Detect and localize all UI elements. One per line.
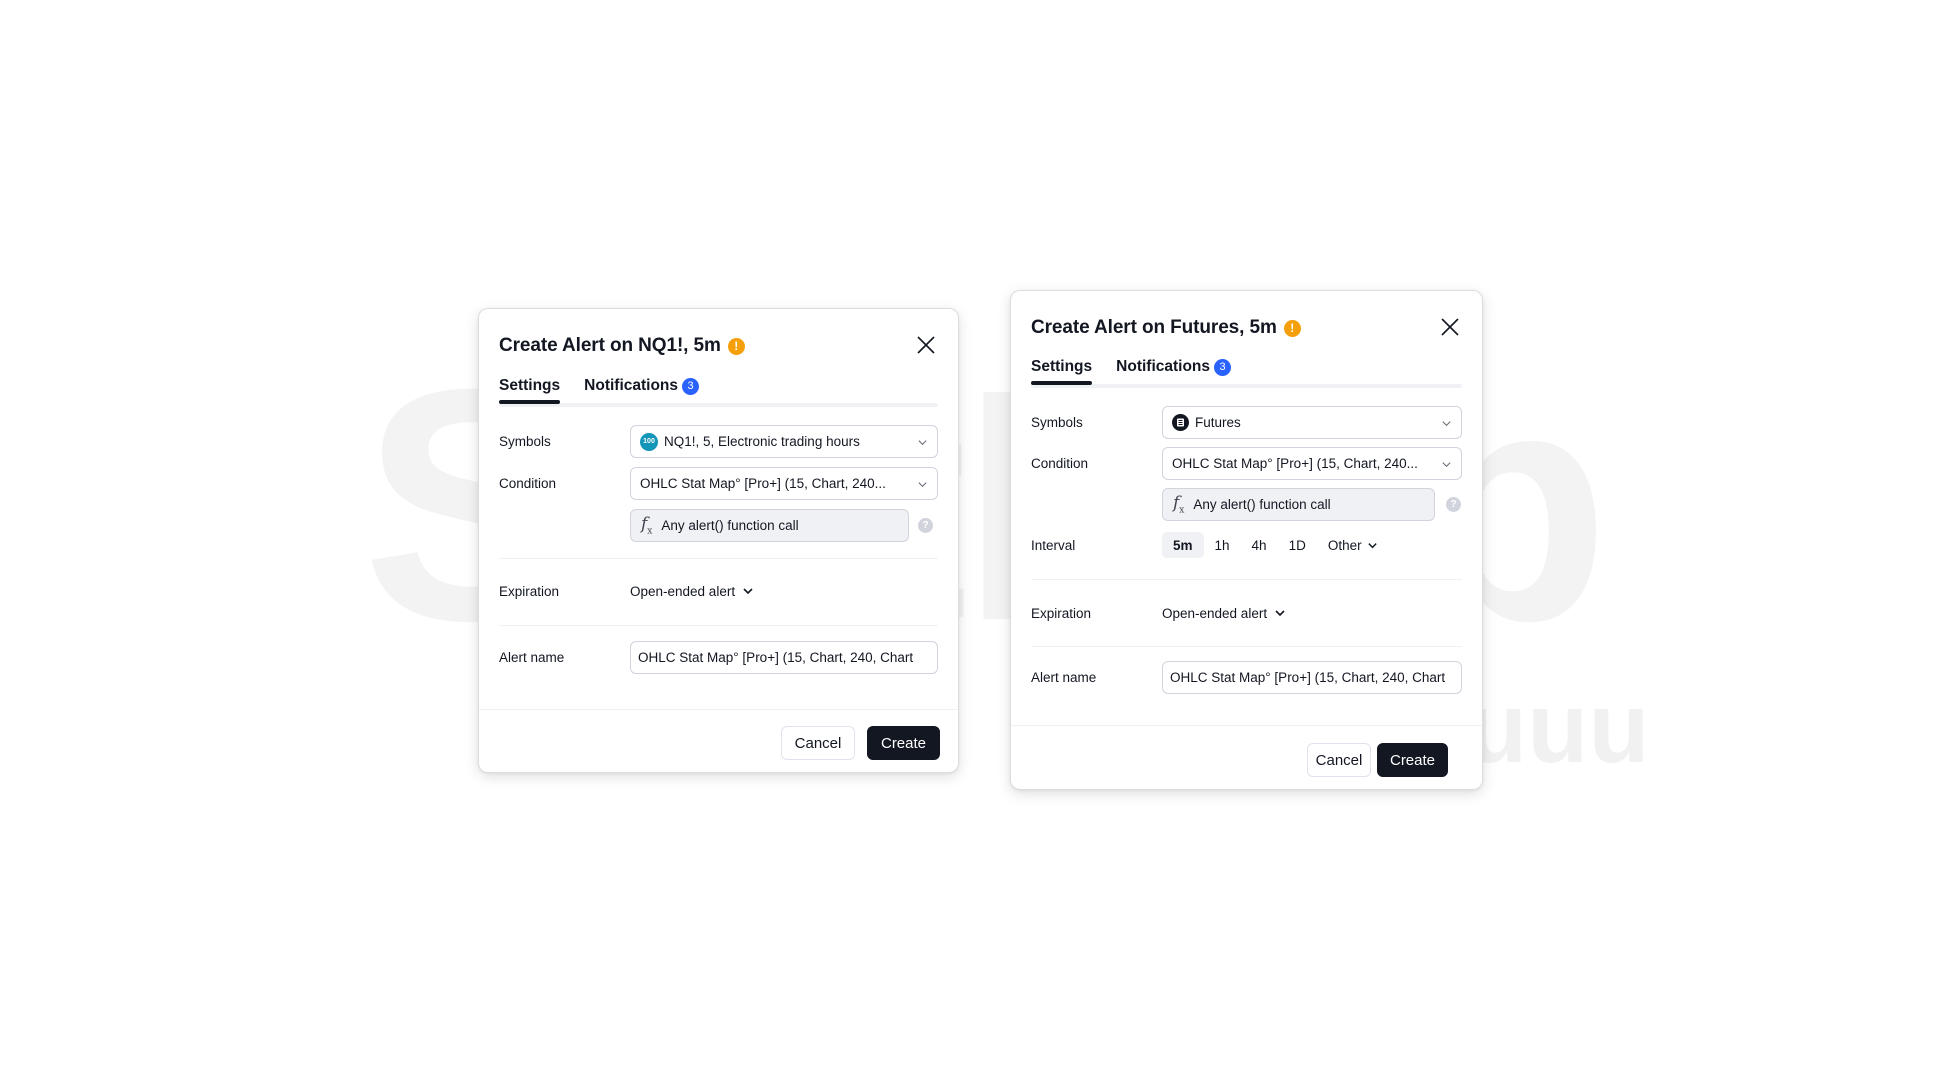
alert-function-value: Any alert() function call [1193, 497, 1331, 512]
interval-label: Interval [1031, 537, 1076, 553]
condition-select[interactable]: OHLC Stat Map° [Pro+] (15, Chart, 240... [630, 467, 938, 500]
alert-name-input[interactable] [630, 641, 938, 674]
section-divider [499, 558, 938, 559]
tab-settings-label: Settings [499, 377, 561, 394]
dialog-title: Create Alert on NQ1!, 5m [499, 335, 721, 356]
condition-row: Condition OHLC Stat Map° [Pro+] (15, Cha… [1031, 447, 1462, 480]
close-button[interactable] [914, 333, 938, 357]
alert-name-row: Alert name [499, 641, 938, 674]
interval-option-5m[interactable]: 5m [1162, 532, 1204, 558]
alert-name-row: Alert name [1031, 661, 1462, 694]
dialog-header: Create Alert on NQ1!, 5m ! [499, 331, 938, 361]
symbols-value: Futures [1195, 415, 1241, 430]
condition-function-row: fx Any alert() function call ? [499, 509, 938, 542]
symbols-label: Symbols [499, 434, 551, 449]
interval-option-4h[interactable]: 4h [1241, 532, 1278, 558]
tab-settings[interactable]: Settings [499, 377, 561, 404]
symbols-row: Symbols Futures [1031, 406, 1462, 439]
alert-function-value: Any alert() function call [661, 518, 799, 533]
interval-option-other[interactable]: Other [1317, 532, 1389, 558]
symbols-label: Symbols [1031, 415, 1083, 430]
chevron-down-icon [1442, 421, 1451, 427]
interval-other-label: Other [1327, 537, 1362, 553]
tab-settings-label: Settings [1031, 358, 1093, 375]
create-button[interactable]: Create [1377, 743, 1448, 777]
nasdaq-100-icon: 100 [640, 432, 658, 451]
function-icon: fx [1173, 493, 1185, 516]
help-icon[interactable]: ? [918, 518, 933, 533]
section-divider [499, 625, 938, 626]
tab-notifications[interactable]: Notifications 3 [1116, 358, 1232, 385]
expiration-label: Expiration [499, 583, 560, 599]
close-icon [917, 336, 935, 354]
chevron-down-icon [1275, 610, 1285, 617]
alert-function-select[interactable]: fx Any alert() function call [1162, 488, 1435, 521]
dialog-title: Create Alert on Futures, 5m [1031, 317, 1277, 338]
warning-icon[interactable]: ! [1283, 319, 1301, 337]
chevron-down-icon [1367, 542, 1377, 548]
tab-bar: Settings Notifications 3 [1031, 358, 1462, 388]
notifications-count-badge: 3 [1214, 358, 1232, 376]
symbols-value: NQ1!, 5, Electronic trading hours [664, 434, 860, 449]
interval-option-1d[interactable]: 1D [1278, 532, 1317, 558]
futures-list-icon [1172, 414, 1189, 431]
alert-function-select[interactable]: fx Any alert() function call [630, 509, 909, 542]
expiration-row: Expiration Open-ended alert [499, 581, 938, 601]
expiration-label: Expiration [1031, 605, 1092, 621]
interval-option-1h[interactable]: 1h [1204, 532, 1241, 558]
condition-select[interactable]: OHLC Stat Map° [Pro+] (15, Chart, 240... [1162, 447, 1462, 480]
expiration-row: Expiration Open-ended alert [1031, 603, 1462, 623]
cancel-button[interactable]: Cancel [781, 726, 855, 760]
expiration-dropdown[interactable]: Open-ended alert [1162, 606, 1286, 621]
expiration-value: Open-ended alert [630, 583, 736, 599]
chevron-down-icon [918, 440, 927, 446]
interval-selector: 5m 1h 4h 1D Other [1162, 532, 1389, 558]
notifications-count-badge: 3 [682, 377, 700, 395]
footer-divider [479, 709, 958, 710]
symbols-row: Symbols 100 NQ1!, 5, Electronic trading … [499, 425, 938, 458]
section-divider [1031, 646, 1462, 647]
interval-row: Interval 5m 1h 4h 1D Other [1031, 532, 1462, 558]
condition-row: Condition OHLC Stat Map° [Pro+] (15, Cha… [499, 467, 938, 500]
condition-label: Condition [1031, 456, 1089, 471]
chevron-down-icon [918, 482, 927, 488]
create-alert-dialog-nq: Create Alert on NQ1!, 5m ! Settings Noti… [478, 308, 959, 773]
expiration-dropdown[interactable]: Open-ended alert [630, 584, 754, 599]
close-icon [1441, 318, 1459, 336]
tab-notifications-label: Notifications [1116, 358, 1211, 375]
tab-bar: Settings Notifications 3 [499, 377, 938, 407]
condition-value: OHLC Stat Map° [Pro+] (15, Chart, 240... [1172, 456, 1418, 471]
condition-function-row: fx Any alert() function call ? [1031, 488, 1462, 521]
function-icon: fx [641, 514, 653, 537]
create-alert-dialog-futures: Create Alert on Futures, 5m ! Settings N… [1010, 290, 1483, 790]
alert-name-label: Alert name [499, 650, 565, 665]
alert-name-label: Alert name [1031, 670, 1097, 685]
symbols-select[interactable]: 100 NQ1!, 5, Electronic trading hours [630, 425, 938, 458]
tab-notifications[interactable]: Notifications 3 [584, 377, 700, 404]
create-button[interactable]: Create [867, 726, 940, 760]
close-button[interactable] [1438, 315, 1462, 339]
chevron-down-icon [1442, 462, 1451, 468]
warning-icon[interactable]: ! [727, 337, 745, 355]
chevron-down-icon [743, 588, 753, 595]
expiration-value: Open-ended alert [1162, 605, 1268, 621]
symbols-select[interactable]: Futures [1162, 406, 1462, 439]
alert-name-input[interactable] [1162, 661, 1462, 694]
tab-notifications-label: Notifications [584, 377, 679, 394]
tab-settings[interactable]: Settings [1031, 358, 1093, 385]
help-icon[interactable]: ? [1446, 497, 1461, 512]
dialog-header: Create Alert on Futures, 5m ! [1031, 313, 1462, 343]
cancel-button[interactable]: Cancel [1307, 743, 1371, 777]
condition-value: OHLC Stat Map° [Pro+] (15, Chart, 240... [640, 476, 886, 491]
condition-label: Condition [499, 476, 557, 491]
section-divider [1031, 579, 1462, 580]
footer-divider [1011, 725, 1482, 726]
